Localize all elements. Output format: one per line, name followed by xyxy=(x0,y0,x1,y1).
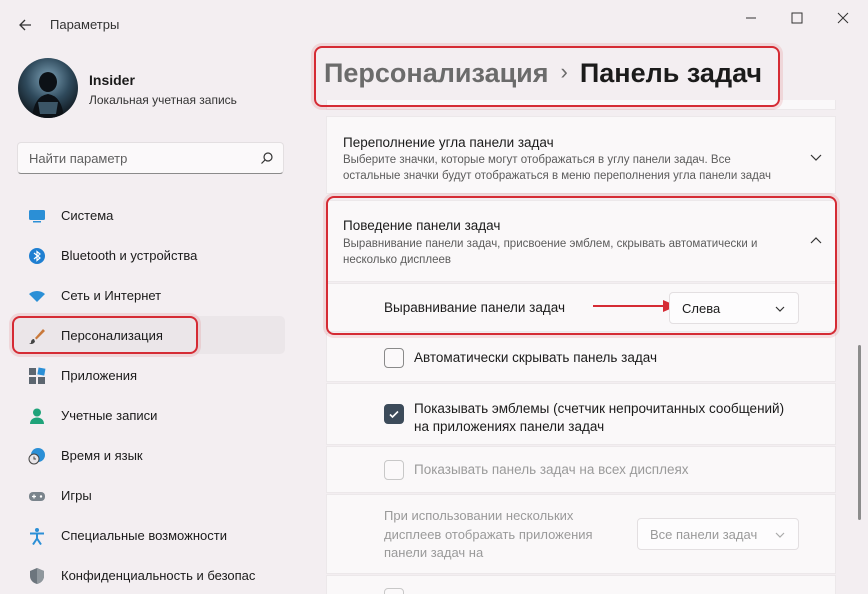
sidebar-item-network[interactable]: Сеть и Интернет xyxy=(13,276,285,314)
accessibility-icon xyxy=(30,528,44,545)
maximize-button[interactable] xyxy=(774,6,820,30)
multi-display-label-line1: При использовании нескольких xyxy=(384,508,574,523)
scrollbar[interactable] xyxy=(858,345,861,520)
minimize-button[interactable] xyxy=(728,6,774,30)
sidebar-item-accounts[interactable]: Учетные записи xyxy=(13,396,285,434)
title-bar: Параметры xyxy=(0,0,868,48)
bluetooth-icon xyxy=(29,248,45,264)
search-icon xyxy=(261,152,273,164)
search-input[interactable]: Найти параметр xyxy=(17,142,284,174)
shield-icon xyxy=(30,568,44,584)
autohide-label: Автоматически скрывать панель задач xyxy=(414,350,658,365)
multi-display-label-line3: панели задач на xyxy=(384,545,484,560)
search-placeholder: Найти параметр xyxy=(29,151,128,166)
sidebar-item-system[interactable]: Система xyxy=(13,196,285,234)
checkmark-icon xyxy=(389,410,399,419)
gamepad-icon xyxy=(29,492,45,501)
sidebar-item-label: Учетные записи xyxy=(61,408,158,423)
sidebar-item-label: Bluetooth и устройства xyxy=(61,248,198,263)
overflow-card-description: Выберите значки, которые могут отображат… xyxy=(343,154,771,182)
sidebar-item-bluetooth[interactable]: Bluetooth и устройства xyxy=(13,236,285,274)
multi-display-dropdown[interactable]: Все панели задач xyxy=(637,518,799,550)
sidebar-item-accessibility[interactable]: Специальные возможности xyxy=(13,516,285,554)
sidebar-item-label: Конфиденциальность и безопас xyxy=(61,568,256,583)
sidebar-item-time-language[interactable]: Время и язык xyxy=(13,436,285,474)
apps-icon xyxy=(29,367,46,384)
autohide-checkbox[interactable] xyxy=(384,348,404,368)
badges-label-line1: Показывать эмблемы (счетчик непрочитанны… xyxy=(414,401,785,416)
close-icon xyxy=(837,12,849,24)
all-displays-label: Показывать панель задач на всех дисплеях xyxy=(414,462,689,477)
personalization-highlight xyxy=(12,316,198,354)
multi-display-value: Все панели задач xyxy=(650,527,758,542)
multi-display-label-line2: дисплеев отображать приложения xyxy=(384,527,593,542)
behavior-card-highlight xyxy=(326,196,837,335)
app-title: Параметры xyxy=(50,17,120,32)
badges-row: Показывать эмблемы (счетчик непрочитанны… xyxy=(326,383,836,445)
maximize-icon xyxy=(791,12,803,24)
account-type: Локальная учетная запись xyxy=(89,93,237,107)
user-profile[interactable]: Insider Локальная учетная запись xyxy=(16,58,286,120)
close-button[interactable] xyxy=(820,6,866,30)
sidebar-item-apps[interactable]: Приложения xyxy=(13,356,285,394)
chevron-down-icon xyxy=(810,154,822,161)
sidebar-item-gaming[interactable]: Игры xyxy=(13,476,285,514)
monitor-icon xyxy=(29,210,45,223)
sidebar-item-label: Система xyxy=(61,208,114,223)
badges-label-line2: на приложениях панели задач xyxy=(414,419,605,434)
chevron-down-icon xyxy=(775,532,785,538)
sidebar-item-label: Время и язык xyxy=(61,448,143,463)
all-displays-checkbox[interactable] xyxy=(384,460,404,480)
all-displays-row: Показывать панель задач на всех дисплеях xyxy=(326,446,836,493)
sidebar-item-privacy[interactable]: Конфиденциальность и безопас xyxy=(13,556,285,594)
avatar xyxy=(18,58,78,118)
person-icon xyxy=(30,408,44,424)
overflow-card-title: Переполнение угла панели задач xyxy=(343,135,554,150)
wifi-icon xyxy=(29,290,45,302)
back-arrow-icon xyxy=(19,19,31,31)
minimize-icon xyxy=(746,17,756,19)
back-button[interactable] xyxy=(12,12,38,38)
next-row-edge xyxy=(326,575,836,594)
sidebar-item-label: Игры xyxy=(61,488,92,503)
autohide-row: Автоматически скрывать панель задач xyxy=(326,333,836,382)
badges-checkbox[interactable] xyxy=(384,404,404,424)
breadcrumb-highlight xyxy=(314,46,780,107)
multi-display-row: При использовании нескольких дисплеев от… xyxy=(326,494,836,574)
next-row-checkbox[interactable] xyxy=(384,588,404,594)
taskbar-overflow-card[interactable]: Переполнение угла панели задач Выберите … xyxy=(326,116,836,194)
sidebar-item-label: Сеть и Интернет xyxy=(61,288,162,303)
clock-globe-icon xyxy=(28,448,45,465)
user-name: Insider xyxy=(89,72,135,88)
sidebar-item-label: Специальные возможности xyxy=(61,528,227,543)
sidebar-item-label: Приложения xyxy=(61,368,138,383)
